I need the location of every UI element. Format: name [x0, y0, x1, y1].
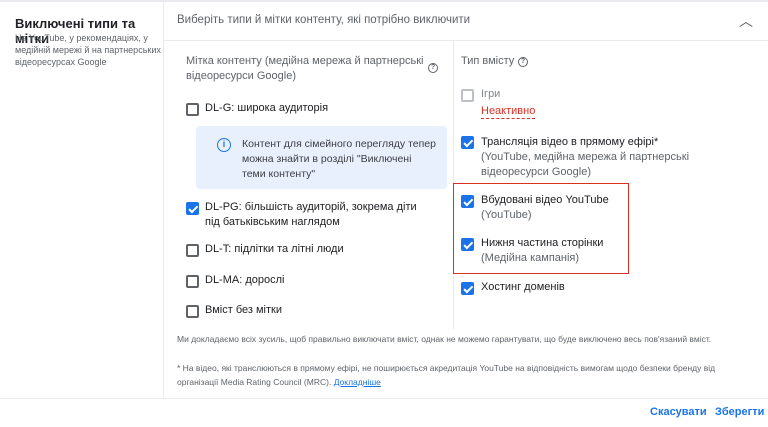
labels-help-icon[interactable]: ? [428, 63, 438, 73]
checkbox-embedded-youtube[interactable] [461, 195, 474, 208]
label-embedded-youtube: Вбудовані відео YouTube (YouTube) [481, 193, 609, 223]
label-games: Ігри [481, 88, 501, 100]
checkbox-games[interactable] [461, 89, 474, 102]
label-below-fold-title: Нижня частина сторінки [481, 237, 604, 249]
labels-column-title: Мітка контенту (медійна мережа й партнер… [186, 55, 424, 82]
panel-instruction: Виберіть типи й мітки контенту, які потр… [177, 14, 471, 26]
label-live-stream-sub: (YouTube, медійна мережа й партнерські в… [481, 151, 690, 178]
types-column-title: Тип вмісту [461, 55, 515, 67]
label-dl-t: DL-T: підлітки та літні люди [205, 243, 344, 255]
info-icon: i [217, 138, 231, 152]
types-help-icon[interactable]: ? [518, 57, 528, 67]
checkbox-below-fold[interactable] [461, 238, 474, 251]
label-unlabeled: Вміст без мітки [205, 304, 282, 316]
label-below-fold-sub: (Медійна кампанія) [481, 252, 580, 264]
disclaimer-note: Ми докладаємо всіх зусиль, щоб правильно… [177, 334, 712, 344]
collapse-chevron-icon[interactable]: ︿ [736, 13, 756, 29]
footer-divider [0, 398, 768, 399]
label-embedded-youtube-sub: (YouTube) [481, 209, 532, 221]
label-live-stream: Трансляція відео в прямому ефірі* (YouTu… [481, 135, 696, 180]
label-below-fold: Нижня частина сторінки (Медійна кампанія… [481, 236, 603, 266]
checkbox-dl-ma[interactable] [186, 275, 199, 288]
info-text: Контент для сімейного перегляду тепер мо… [242, 138, 436, 180]
checkbox-unlabeled[interactable] [186, 305, 199, 318]
page: Виключені типи та мітки На YouTube, у ре… [0, 0, 768, 427]
label-live-stream-title: Трансляція відео в прямому ефірі* [481, 136, 659, 148]
cancel-button[interactable]: Скасувати [650, 406, 707, 418]
live-stream-note: * На відео, які транслюються в прямому е… [177, 361, 757, 389]
header-divider [164, 40, 768, 41]
section-sidebar: Виключені типи та мітки На YouTube, у ре… [0, 2, 163, 398]
label-dl-g: DL-G: широка аудиторія [205, 102, 329, 114]
label-embedded-youtube-title: Вбудовані відео YouTube [481, 194, 609, 206]
label-parked-domains: Хостинг доменів [481, 281, 565, 293]
save-button[interactable]: Зберегти [715, 406, 764, 418]
checkbox-dl-g[interactable] [186, 103, 199, 116]
checkbox-parked-domains[interactable] [461, 282, 474, 295]
learn-more-link[interactable]: Докладніше [334, 377, 381, 387]
inactive-status[interactable]: Неактивно [481, 105, 536, 119]
section-description: На YouTube, у рекомендаціях, у медійній … [15, 33, 161, 67]
checkbox-dl-t[interactable] [186, 244, 199, 257]
live-stream-note-text: * На відео, які транслюються в прямому е… [177, 363, 716, 387]
checkbox-live-stream[interactable] [461, 136, 474, 149]
info-banner: i Контент для сімейного перегляду тепер … [196, 126, 447, 189]
label-dl-ma: DL-MA: дорослі [205, 274, 285, 286]
exclusion-panel: Виберіть типи й мітки контенту, які потр… [163, 2, 768, 398]
checkbox-dl-pg[interactable] [186, 202, 199, 215]
label-dl-pg: DL-PG: більшість аудиторій, зокрема діти… [205, 201, 417, 228]
